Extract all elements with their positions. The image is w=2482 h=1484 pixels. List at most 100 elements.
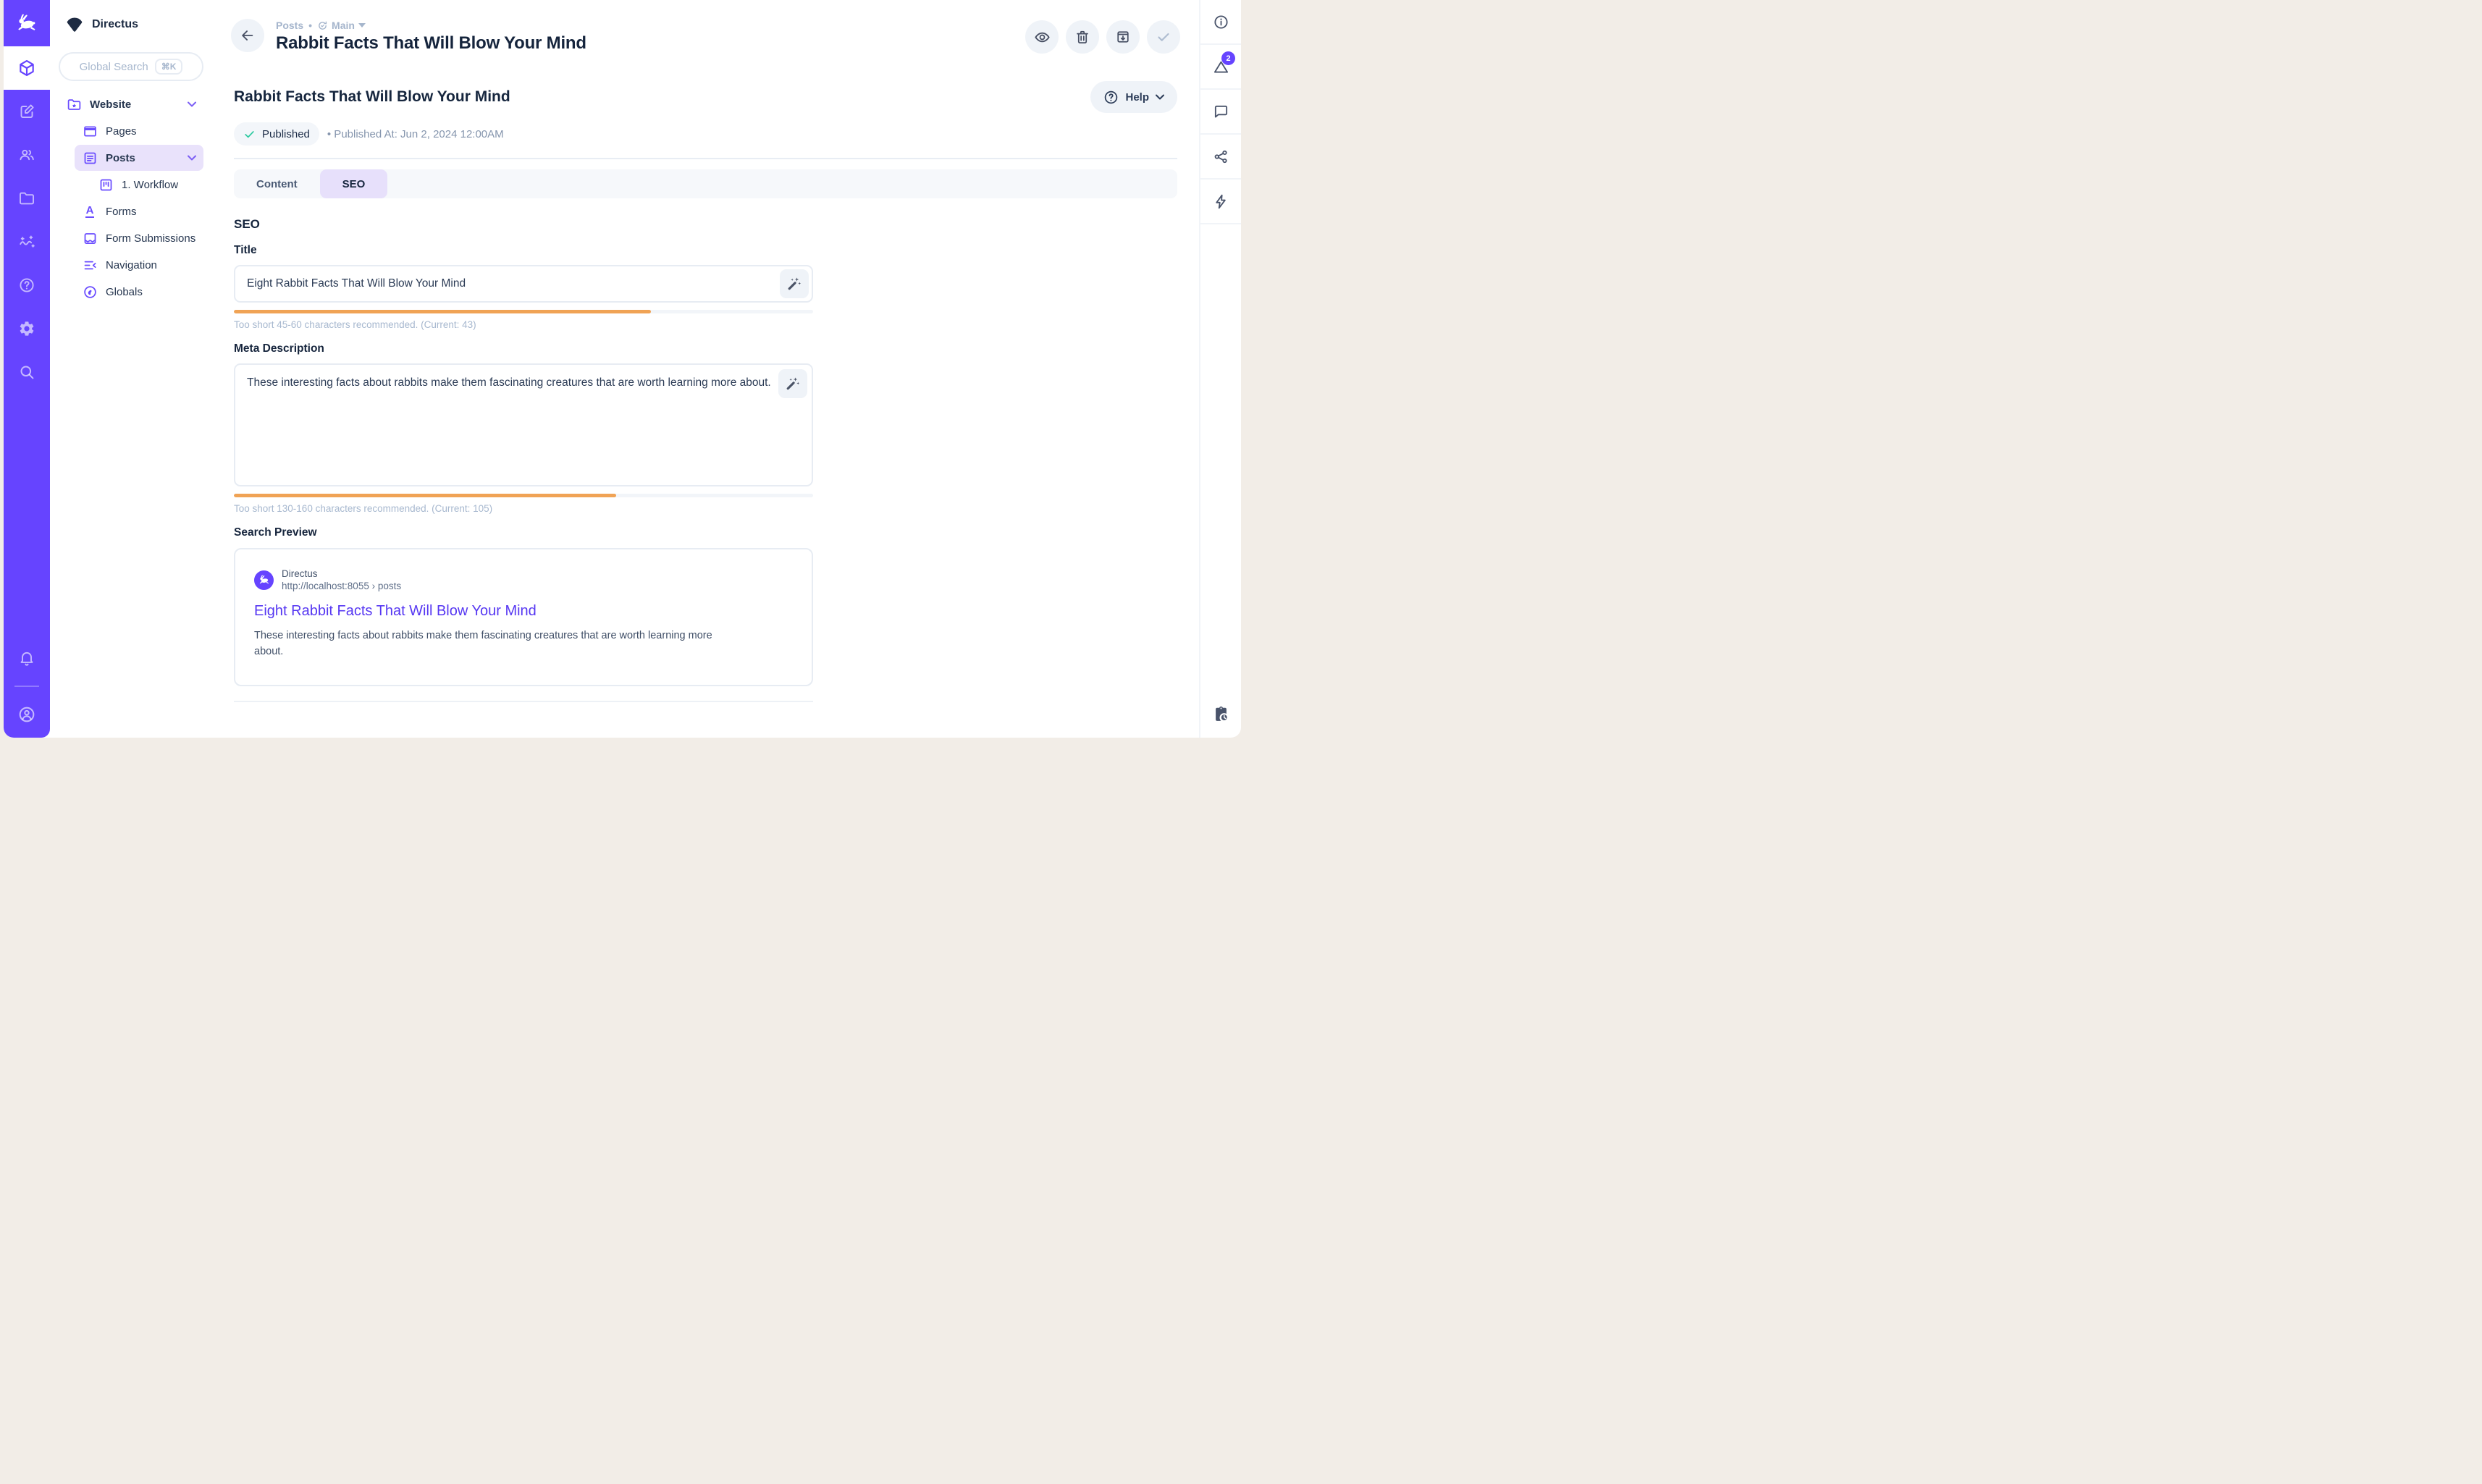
settings-module-tab[interactable] [4, 307, 50, 350]
version-dropdown[interactable]: Main [317, 20, 366, 31]
preview-result-link[interactable]: Eight Rabbit Facts That Will Blow Your M… [254, 603, 537, 620]
files-module-tab[interactable] [4, 177, 50, 220]
sidebar-item-pages[interactable]: Pages [75, 118, 203, 144]
sidebar-item-form-submissions[interactable]: Form Submissions [75, 225, 203, 251]
sidebar-item-label: Pages [106, 125, 137, 138]
rabbit-logo[interactable] [4, 0, 50, 46]
meta-helper-text: Too short 130-160 characters recommended… [234, 503, 813, 514]
editor-module-tab[interactable] [4, 90, 50, 133]
arrow-left-icon [240, 28, 256, 43]
info-panel-button[interactable] [1200, 0, 1241, 45]
search-shortcut-chip: ⌘K [155, 59, 183, 75]
search-preview-card: Directus http://localhost:8055 › posts E… [234, 548, 813, 686]
docs-module-tab[interactable] [4, 264, 50, 307]
sidebar-item-workflow[interactable]: 1. Workflow [91, 172, 203, 198]
bolt-icon [1213, 193, 1229, 210]
delete-button[interactable] [1066, 20, 1099, 54]
help-button[interactable]: Help [1090, 81, 1177, 113]
content-module-tab[interactable] [4, 46, 50, 90]
tab-content[interactable]: Content [234, 169, 320, 198]
tab-seo[interactable]: SEO [320, 169, 388, 198]
seo-title-input[interactable] [234, 265, 813, 303]
notification-badge: 2 [1221, 51, 1235, 65]
sidebar-item-globals[interactable]: Globals [75, 279, 203, 305]
site-row: Directus http://localhost:8055 › posts [254, 568, 793, 591]
meta-description-field[interactable]: These interesting facts about rabbits ma… [234, 363, 813, 486]
global-search-input[interactable]: Global Search ⌘K [59, 52, 203, 81]
seo-form: SEO Title Too short 45-60 characters [234, 217, 813, 702]
sidebar-item-label: Website [90, 98, 131, 111]
search-preview-label: Search Preview [234, 526, 813, 539]
shares-panel-button[interactable] [1200, 135, 1241, 180]
search-icon [18, 363, 35, 381]
list-chevron-icon [82, 257, 98, 273]
sidebar-item-label: Forms [106, 206, 137, 218]
site-meta: Directus http://localhost:8055 › posts [282, 568, 401, 591]
sidebar-item-posts[interactable]: Posts [75, 145, 203, 171]
archive-button[interactable] [1106, 20, 1140, 54]
search-module-tab[interactable] [4, 350, 50, 394]
box-icon [17, 59, 36, 77]
sidebar-item-website[interactable]: Website [59, 91, 203, 117]
bell-icon [18, 649, 35, 667]
save-button[interactable] [1147, 20, 1180, 54]
site-url: http://localhost:8055 › posts [282, 581, 401, 591]
seo-section-title: SEO [234, 217, 813, 232]
app-window: Directus Global Search ⌘K Website [4, 0, 1241, 738]
browser-window-icon [82, 123, 98, 139]
generate-meta-button[interactable] [778, 369, 807, 398]
help-circle-icon [18, 277, 35, 294]
gear-icon [18, 320, 35, 337]
chevron-down-icon[interactable] [188, 155, 196, 161]
chevron-down-icon [1156, 94, 1164, 100]
sidebar-item-navigation[interactable]: Navigation [75, 252, 203, 278]
account-circle-icon [17, 705, 36, 724]
generate-title-button[interactable] [780, 269, 809, 298]
notifications-button[interactable] [4, 636, 50, 680]
title-field-label: Title [234, 244, 813, 257]
sidebar-item-label: Posts [106, 152, 135, 164]
directus-app: Directus Global Search ⌘K Website [0, 0, 1241, 742]
breadcrumb-collection[interactable]: Posts [276, 20, 303, 31]
meta-field-label: Meta Description [234, 342, 813, 355]
project-name: Directus [92, 18, 138, 31]
status-row: Published • Published At: Jun 2, 2024 12… [234, 122, 1177, 146]
comment-icon [1213, 104, 1229, 120]
pending-tasks-button[interactable] [1200, 690, 1241, 738]
chevron-down-icon[interactable] [188, 101, 196, 107]
site-name: Directus [282, 568, 401, 579]
form-end-divider [234, 701, 813, 702]
item-heading: Rabbit Facts That Will Blow Your Mind [234, 88, 510, 106]
article-icon [82, 150, 98, 166]
sidebar-item-label: Form Submissions [106, 232, 195, 245]
project-header[interactable]: Directus [50, 0, 212, 48]
page-title: Rabbit Facts That Will Blow Your Mind [276, 33, 1014, 54]
magic-wand-icon [785, 376, 801, 392]
preview-button[interactable] [1025, 20, 1059, 54]
users-icon [18, 146, 35, 164]
right-sidebar: 2 [1199, 0, 1241, 738]
sidebar-item-label: Navigation [106, 259, 157, 271]
back-button[interactable] [231, 19, 264, 52]
page-content: Rabbit Facts That Will Blow Your Mind He… [212, 54, 1199, 702]
header-titles: Posts • Main Rabbit Facts That Will Blow… [276, 19, 1014, 54]
globe-icon [82, 284, 98, 300]
insights-icon [18, 233, 35, 250]
revisions-panel-button[interactable]: 2 [1200, 45, 1241, 90]
collections-nav: Website Pages Posts [50, 90, 212, 307]
folder-star-icon [66, 96, 82, 112]
flows-panel-button[interactable] [1200, 180, 1241, 224]
status-badge: Published [234, 122, 319, 146]
sidebar-item-forms[interactable]: A Forms [75, 198, 203, 224]
insights-module-tab[interactable] [4, 220, 50, 264]
comments-panel-button[interactable] [1200, 90, 1241, 135]
help-label: Help [1125, 91, 1149, 104]
archive-down-icon [1115, 29, 1131, 45]
users-module-tab[interactable] [4, 133, 50, 177]
user-avatar-button[interactable] [4, 693, 50, 736]
preview-result-description: These interesting facts about rabbits ma… [254, 628, 725, 660]
heading-row: Rabbit Facts That Will Blow Your Mind He… [234, 81, 1177, 113]
breadcrumb: Posts • Main [276, 20, 1014, 31]
share-icon [1213, 148, 1229, 165]
version-name: Main [332, 20, 355, 31]
